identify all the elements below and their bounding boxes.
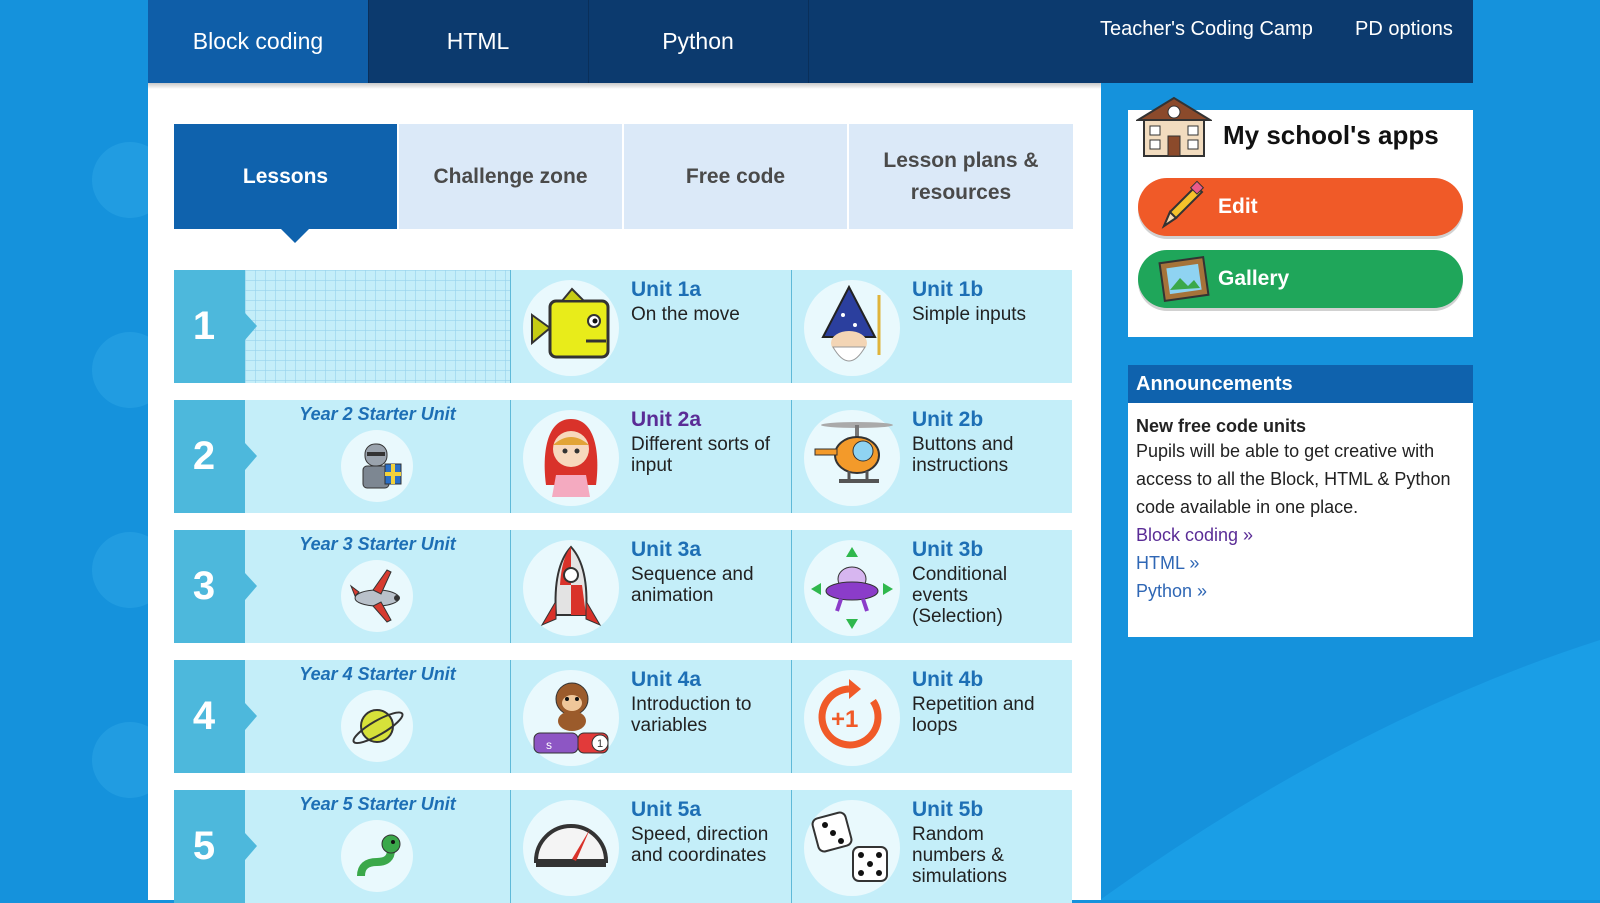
lesson-row-3: 3 Year 3 Starter Unit Unit 3a Sequence a… bbox=[174, 530, 1076, 643]
fish-icon bbox=[523, 280, 619, 376]
knight-icon bbox=[341, 430, 413, 502]
subtab-free-code[interactable]: Free code bbox=[624, 124, 847, 229]
unit-title: Unit 2a bbox=[631, 408, 702, 431]
unit-1b-card[interactable]: Unit 1b Simple inputs bbox=[791, 270, 1072, 383]
active-tab-pointer bbox=[281, 229, 309, 243]
year-number-arrow bbox=[245, 703, 257, 730]
unit-title: Unit 3a bbox=[631, 538, 702, 561]
unit-4b-card[interactable]: +1 Unit 4b Repetition and loops bbox=[791, 660, 1072, 773]
unit-title: Unit 5b bbox=[912, 798, 984, 821]
unit-2a-card[interactable]: Unit 2a Different sorts of input bbox=[510, 400, 791, 513]
year-number: 2 bbox=[174, 400, 245, 513]
unit-description: Simple inputs bbox=[912, 304, 1027, 325]
tab-python[interactable]: Python bbox=[588, 0, 809, 83]
helicopter-icon bbox=[804, 410, 900, 506]
edit-label: Edit bbox=[1218, 195, 1258, 218]
gallery-button[interactable]: Gallery bbox=[1138, 250, 1463, 308]
starter-unit-card[interactable]: Year 5 Starter Unit bbox=[245, 790, 510, 903]
lesson-row-2: 2 Year 2 Starter Unit Unit 2a Different … bbox=[174, 400, 1076, 513]
starter-unit-card[interactable]: Year 3 Starter Unit bbox=[245, 530, 510, 643]
teachers-coding-camp-link[interactable]: Teacher's Coding Camp bbox=[1100, 18, 1313, 41]
unit-4a-card[interactable]: s1 Unit 4a Introduction to variables bbox=[510, 660, 791, 773]
unit-description: Repetition and loops bbox=[912, 694, 1035, 736]
year-number: 4 bbox=[174, 660, 245, 773]
unit-5b-card[interactable]: Unit 5b Random numbers & simulations bbox=[791, 790, 1072, 903]
edit-button[interactable]: Edit bbox=[1138, 178, 1463, 236]
year-number: 5 bbox=[174, 790, 245, 903]
panel-title: My school's apps bbox=[1223, 120, 1439, 150]
unit-title: Unit 2b bbox=[912, 408, 984, 431]
wizard-icon bbox=[804, 280, 900, 376]
plane-icon bbox=[341, 560, 413, 632]
pencil-icon bbox=[1161, 180, 1205, 229]
unit-3b-card[interactable]: Unit 3b Conditional events (Selection) bbox=[791, 530, 1072, 643]
year-number-arrow bbox=[245, 833, 257, 860]
year-number-arrow bbox=[245, 573, 257, 600]
planet-icon bbox=[341, 690, 413, 762]
block-coding-link[interactable]: Block coding » bbox=[1136, 521, 1465, 549]
unit-3a-card[interactable]: Unit 3a Sequence and animation bbox=[510, 530, 791, 643]
python-link[interactable]: Python » bbox=[1136, 577, 1465, 605]
loop-plus-one-icon: +1 bbox=[804, 670, 900, 766]
unit-5a-card[interactable]: Unit 5a Speed, direction and coordinates bbox=[510, 790, 791, 903]
starter-unit-label: Year 2 Starter Unit bbox=[299, 404, 456, 424]
unit-description: On the move bbox=[631, 304, 740, 325]
subtab-challenge-zone[interactable]: Challenge zone bbox=[399, 124, 622, 229]
starter-unit-card[interactable]: Year 4 Starter Unit bbox=[245, 660, 510, 773]
starter-unit-empty bbox=[245, 270, 510, 383]
unit-description: Random numbers & simulations bbox=[912, 824, 1008, 887]
starter-unit-label: Year 3 Starter Unit bbox=[299, 534, 456, 554]
unit-title: Unit 4b bbox=[912, 668, 984, 691]
pd-options-link[interactable]: PD options bbox=[1355, 18, 1453, 41]
tab-html[interactable]: HTML bbox=[368, 0, 589, 83]
announcements-heading: Announcements bbox=[1128, 365, 1473, 403]
html-link[interactable]: HTML » bbox=[1136, 549, 1465, 577]
year-number: 1 bbox=[174, 270, 245, 383]
unit-title: Unit 1a bbox=[631, 278, 702, 301]
lesson-row-4: 4 Year 4 Starter Unit s1 Unit 4a Introdu… bbox=[174, 660, 1076, 773]
unit-description: Conditional events (Selection) bbox=[912, 564, 1008, 627]
year-number: 3 bbox=[174, 530, 245, 643]
top-navigation: Block coding HTML Python Teacher's Codin… bbox=[148, 0, 1473, 83]
announcement-body: Pupils will be able to get creative with… bbox=[1136, 441, 1451, 517]
unit-title: Unit 3b bbox=[912, 538, 984, 561]
unit-title: Unit 1b bbox=[912, 278, 984, 301]
school-house-icon bbox=[1136, 96, 1212, 157]
rocket-icon bbox=[523, 540, 619, 636]
speedometer-icon bbox=[523, 800, 619, 896]
lesson-row-5: 5 Year 5 Starter Unit Unit 5a Speed, dir… bbox=[174, 790, 1076, 903]
starter-unit-card[interactable]: Year 2 Starter Unit bbox=[245, 400, 510, 513]
svg-text:1: 1 bbox=[597, 738, 603, 750]
lesson-row-1: 1 Unit 1a On the move Unit 1b Simple inp… bbox=[174, 270, 1076, 383]
announcement-title: New free code units bbox=[1136, 416, 1307, 436]
unit-title: Unit 4a bbox=[631, 668, 702, 691]
subtab-lesson-plans[interactable]: Lesson plans & resources bbox=[849, 124, 1073, 229]
unit-title: Unit 5a bbox=[631, 798, 702, 821]
school-apps-panel: My school's apps Edit Gallery bbox=[1128, 96, 1473, 337]
unit-description: Introduction to variables bbox=[631, 694, 752, 736]
svg-text:s: s bbox=[546, 738, 552, 752]
unit-2b-card[interactable]: Unit 2b Buttons and instructions bbox=[791, 400, 1072, 513]
starter-unit-label: Year 5 Starter Unit bbox=[299, 794, 456, 814]
picture-frame-icon bbox=[1158, 255, 1210, 303]
snake-icon bbox=[341, 820, 413, 892]
unit-description: Speed, direction and coordinates bbox=[631, 824, 769, 866]
year-number-arrow bbox=[245, 270, 257, 383]
panel-shadow bbox=[148, 83, 1101, 89]
unit-description: Buttons and instructions bbox=[912, 434, 1014, 476]
red-riding-hood-icon bbox=[523, 410, 619, 506]
subtab-lessons[interactable]: Lessons bbox=[174, 124, 397, 229]
tab-block-coding[interactable]: Block coding bbox=[148, 0, 369, 83]
starter-unit-label: Year 4 Starter Unit bbox=[299, 664, 456, 684]
gallery-label: Gallery bbox=[1218, 267, 1290, 290]
svg-text:+1: +1 bbox=[831, 706, 858, 733]
year-number-arrow bbox=[245, 443, 257, 470]
ufo-icon bbox=[804, 540, 900, 636]
unit-1a-card[interactable]: Unit 1a On the move bbox=[510, 270, 791, 383]
announcements-panel: Announcements New free code units Pupils… bbox=[1128, 365, 1473, 637]
unit-description: Different sorts of input bbox=[631, 434, 771, 476]
unit-description: Sequence and animation bbox=[631, 564, 754, 606]
dice-icon bbox=[804, 800, 900, 896]
monkey-icon: s1 bbox=[523, 670, 619, 766]
